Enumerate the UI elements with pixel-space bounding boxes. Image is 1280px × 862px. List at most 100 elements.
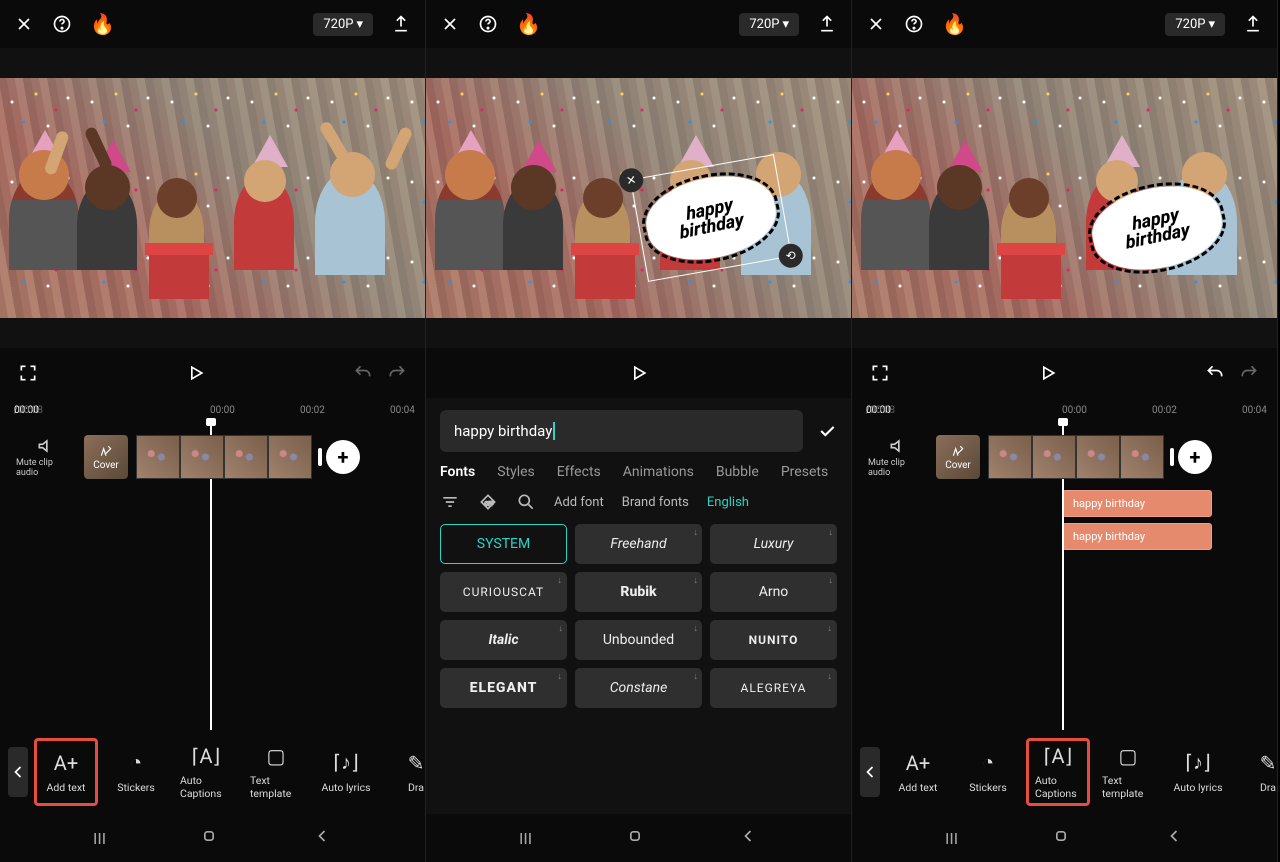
tool-add-text[interactable]: A+Add text — [34, 738, 98, 806]
tool-stickers[interactable]: ◔Stickers — [956, 738, 1020, 806]
undo-icon[interactable] — [1205, 363, 1225, 383]
confirm-icon[interactable] — [817, 421, 837, 441]
resolution-button[interactable]: 720P▾ — [313, 13, 373, 36]
font-grid: SYSTEM ↓Freehand ↓Luxury ↓CURIOUSCAT ↓Ru… — [440, 524, 837, 708]
tool-auto-lyrics[interactable]: ⌈♪⌋Auto lyrics — [1166, 738, 1230, 806]
font-arno[interactable]: ↓Arno — [710, 572, 837, 612]
tool-auto-captions[interactable]: ⌈A⌋Auto Captions — [1026, 738, 1090, 806]
nav-home[interactable] — [1051, 826, 1071, 850]
flame-icon[interactable]: 🔥 — [942, 12, 967, 36]
phone-screen-3: 🔥 720P▾ happybirthday — [852, 0, 1278, 862]
help-icon[interactable] — [52, 14, 72, 34]
tag-off-icon[interactable]: OFF — [478, 492, 498, 512]
text-clip-2[interactable]: happy birthday — [1062, 523, 1212, 550]
export-icon[interactable] — [817, 14, 837, 34]
video-preview[interactable] — [0, 78, 425, 318]
font-constane[interactable]: ↓Constane — [575, 668, 702, 708]
font-freehand[interactable]: ↓Freehand — [575, 524, 702, 564]
fullscreen-icon[interactable] — [870, 363, 890, 383]
filter-icon[interactable] — [440, 492, 460, 512]
back-button[interactable] — [860, 747, 880, 797]
playback-row — [0, 348, 425, 398]
nav-recents[interactable]: III — [945, 829, 958, 848]
nav-back[interactable] — [1164, 826, 1184, 850]
nav-recents[interactable]: III — [93, 829, 106, 848]
mute-clip-button[interactable]: Mute clip audio — [16, 436, 76, 478]
clip-strip[interactable] — [136, 435, 312, 479]
flame-icon[interactable]: 🔥 — [90, 12, 115, 36]
back-button[interactable] — [8, 747, 28, 797]
export-icon[interactable] — [1243, 14, 1263, 34]
tool-stickers[interactable]: ◔Stickers — [104, 738, 168, 806]
tab-fonts[interactable]: Fonts — [440, 464, 475, 480]
font-unbounded[interactable]: ↓Unbounded — [575, 620, 702, 660]
tool-text-template[interactable]: ▢Text template — [244, 738, 308, 806]
video-track: Mute clip audio Cover + — [0, 432, 425, 482]
close-icon[interactable] — [14, 14, 34, 34]
tool-draw[interactable]: ✎Dra — [1236, 738, 1277, 806]
text-editor-panel: happy birthday Fonts Styles Effects Anim… — [426, 398, 851, 814]
play-icon[interactable] — [1038, 363, 1058, 383]
font-nunito[interactable]: ↓NUNITO — [710, 620, 837, 660]
resolution-button[interactable]: 720P▾ — [739, 13, 799, 36]
clip-strip[interactable] — [988, 435, 1164, 479]
cover-thumb[interactable]: Cover — [936, 435, 980, 479]
font-filter-row: OFF Add font Brand fonts English — [440, 492, 837, 512]
tool-draw[interactable]: ✎Dra — [384, 738, 425, 806]
tool-add-text[interactable]: A+Add text — [886, 738, 950, 806]
search-icon[interactable] — [516, 492, 536, 512]
font-alegreya[interactable]: ↓ALEGREYA — [710, 668, 837, 708]
bottom-toolbar: A+Add text ◔Stickers ⌈A⌋Auto Captions ▢T… — [852, 730, 1277, 814]
resolution-button[interactable]: 720P▾ — [1165, 13, 1225, 36]
flame-icon[interactable]: 🔥 — [516, 12, 541, 36]
android-navbar: III — [0, 814, 425, 862]
android-navbar: III — [852, 814, 1277, 862]
export-icon[interactable] — [391, 14, 411, 34]
nav-home[interactable] — [199, 826, 219, 850]
tab-styles[interactable]: Styles — [497, 464, 535, 480]
tab-bubble[interactable]: Bubble — [716, 464, 759, 480]
font-italic[interactable]: ↓Italic — [440, 620, 567, 660]
play-icon[interactable] — [629, 363, 649, 383]
text-input[interactable]: happy birthday — [440, 410, 803, 452]
font-system[interactable]: SYSTEM — [440, 524, 567, 564]
tool-text-template[interactable]: ▢Text template — [1096, 738, 1160, 806]
close-icon[interactable] — [866, 14, 886, 34]
redo-icon[interactable] — [1239, 363, 1259, 383]
font-elegant[interactable]: ↓ELEGANT — [440, 668, 567, 708]
fullscreen-icon[interactable] — [18, 363, 38, 383]
text-track: happy birthday happy birthday — [852, 490, 1277, 550]
redo-icon[interactable] — [387, 363, 407, 383]
tab-presets[interactable]: Presets — [781, 464, 828, 480]
font-luxury[interactable]: ↓Luxury — [710, 524, 837, 564]
add-clip-button[interactable]: + — [1178, 440, 1212, 474]
nav-back[interactable] — [312, 826, 332, 850]
nav-home[interactable] — [625, 826, 645, 850]
tab-effects[interactable]: Effects — [557, 464, 601, 480]
add-font-button[interactable]: Add font — [554, 495, 604, 510]
undo-icon[interactable] — [353, 363, 373, 383]
top-bar: 🔥 720P▾ — [426, 0, 851, 48]
language-filter[interactable]: English — [707, 495, 749, 510]
preview-area: happybirthday — [852, 48, 1277, 348]
help-icon[interactable] — [904, 14, 924, 34]
font-curiouscat[interactable]: ↓CURIOUSCAT — [440, 572, 567, 612]
tab-animations[interactable]: Animations — [623, 464, 694, 480]
tool-auto-captions[interactable]: ⌈A⌋Auto Captions — [174, 738, 238, 806]
add-clip-button[interactable]: + — [326, 440, 360, 474]
cover-thumb[interactable]: Cover — [84, 435, 128, 479]
nav-back[interactable] — [738, 826, 758, 850]
font-rubik[interactable]: ↓Rubik — [575, 572, 702, 612]
mute-clip-button[interactable]: Mute clip audio — [868, 436, 928, 478]
nav-recents[interactable]: III — [519, 829, 532, 848]
tool-auto-lyrics[interactable]: ⌈♪⌋Auto lyrics — [314, 738, 378, 806]
close-icon[interactable] — [440, 14, 460, 34]
text-clip-1[interactable]: happy birthday — [1062, 490, 1212, 517]
phone-screen-1: 🔥 720P▾ 00:00 / 00:08 00:00 00:02 — [0, 0, 426, 862]
text-overlay-selected[interactable]: ✕ ⟲ happybirthday — [640, 167, 782, 268]
playback-row — [852, 348, 1277, 398]
play-icon[interactable] — [186, 363, 206, 383]
brand-fonts-button[interactable]: Brand fonts — [622, 495, 689, 510]
help-icon[interactable] — [478, 14, 498, 34]
phone-screen-2: 🔥 720P▾ ✕ ⟲ happybirthday — [426, 0, 852, 862]
